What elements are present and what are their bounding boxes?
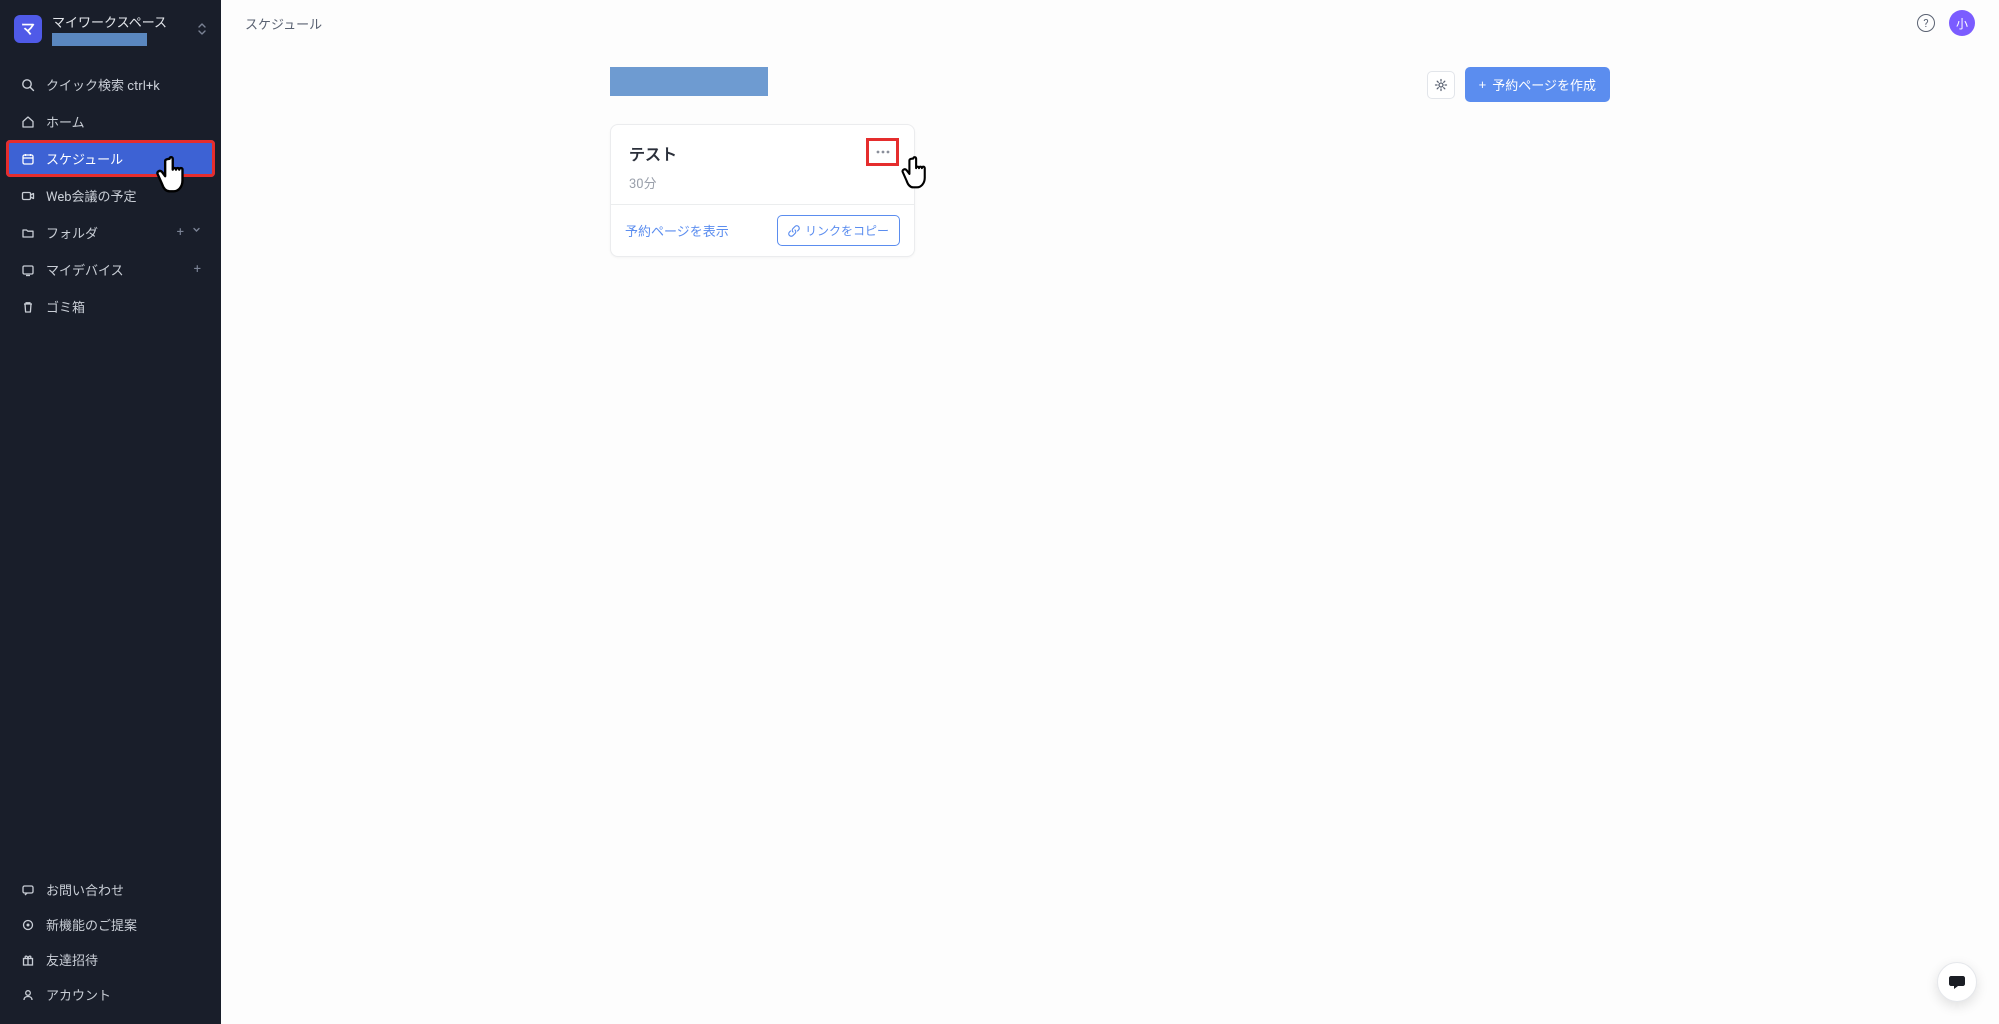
folder-icon	[20, 225, 35, 240]
breadcrumb: スケジュール	[245, 14, 322, 33]
footer-label: アカウント	[46, 985, 111, 1004]
ellipsis-icon	[876, 150, 890, 154]
sidebar-item-search[interactable]: クイック検索 ctrl+k	[0, 66, 221, 103]
card-duration: 30分	[629, 173, 896, 192]
workspace-name: マイワークスペース	[52, 12, 187, 31]
device-icon	[20, 262, 35, 277]
sidebar-item-folder[interactable]: フォルダ +	[0, 214, 221, 251]
user-icon	[20, 987, 35, 1002]
avatar[interactable]: 小	[1949, 10, 1975, 36]
nav-label: ホーム	[46, 112, 201, 131]
button-label: 予約ページを作成	[1492, 75, 1596, 94]
sidebar-item-trash[interactable]: ゴミ箱	[0, 288, 221, 325]
workspace-subtitle-redacted	[52, 33, 147, 46]
cursor-hand-icon	[896, 149, 942, 195]
settings-button[interactable]	[1427, 71, 1455, 99]
footer-item-contact[interactable]: お問い合わせ	[0, 872, 221, 907]
plus-icon[interactable]: +	[194, 262, 201, 277]
calendar-icon	[20, 151, 35, 166]
view-booking-page-link[interactable]: 予約ページを表示	[625, 221, 729, 240]
sidebar-item-my-device[interactable]: マイデバイス +	[0, 251, 221, 288]
gear-icon	[1434, 78, 1448, 92]
sidebar-item-web-meeting[interactable]: Web会議の予定	[0, 177, 221, 214]
nav-label: マイデバイス	[46, 260, 183, 279]
nav-label: クイック検索 ctrl+k	[46, 75, 201, 94]
link-icon	[788, 225, 800, 237]
footer-label: お問い合わせ	[46, 880, 124, 899]
footer-label: 友達招待	[46, 950, 98, 969]
main-content: スケジュール ? 小 + 予約ページを作成	[221, 0, 1999, 1024]
booking-card: テスト 30分	[610, 124, 915, 257]
card-title: テスト	[629, 141, 677, 165]
chat-icon	[20, 882, 35, 897]
chat-fab-button[interactable]	[1937, 962, 1977, 1002]
nav-label: Web会議の予定	[46, 186, 201, 205]
footer-item-new-features[interactable]: 新機能のご提案	[0, 907, 221, 942]
chat-bubble-icon	[1947, 972, 1967, 992]
button-label: リンクをコピー	[805, 222, 889, 239]
home-icon	[20, 114, 35, 129]
copy-link-button[interactable]: リンクをコピー	[777, 215, 900, 246]
workspace-switcher[interactable]: マ マイワークスペース	[0, 0, 221, 58]
nav-label: ゴミ箱	[46, 297, 201, 316]
sparkle-icon	[20, 917, 35, 932]
trash-icon	[20, 299, 35, 314]
nav-label: スケジュール	[46, 149, 195, 168]
page-title-redacted	[610, 67, 768, 96]
card-more-button[interactable]	[869, 141, 896, 163]
search-icon	[20, 77, 35, 92]
help-icon[interactable]: ?	[1917, 14, 1935, 32]
video-meeting-icon	[20, 188, 35, 203]
topbar: スケジュール ? 小	[221, 0, 1999, 47]
nav-label: フォルダ	[46, 223, 166, 242]
plus-icon: +	[1479, 77, 1487, 92]
sidebar-nav: クイック検索 ctrl+k ホーム スケジュール Web会議の予定	[0, 58, 221, 872]
sidebar-item-home[interactable]: ホーム	[0, 103, 221, 140]
footer-item-invite[interactable]: 友達招待	[0, 942, 221, 977]
chevron-down-icon[interactable]	[192, 225, 201, 240]
sidebar-item-schedule[interactable]: スケジュール	[6, 140, 215, 177]
workspace-badge: マ	[14, 15, 42, 43]
create-booking-page-button[interactable]: + 予約ページを作成	[1465, 67, 1610, 102]
footer-label: 新機能のご提案	[46, 915, 137, 934]
gift-icon	[20, 952, 35, 967]
chevron-updown-icon	[197, 22, 207, 36]
sidebar: マ マイワークスペース クイック検索 ctrl+k ホーム	[0, 0, 221, 1024]
footer-item-account[interactable]: アカウント	[0, 977, 221, 1012]
sidebar-footer: お問い合わせ 新機能のご提案 友達招待 アカウント	[0, 872, 221, 1024]
plus-icon[interactable]: +	[177, 225, 184, 240]
